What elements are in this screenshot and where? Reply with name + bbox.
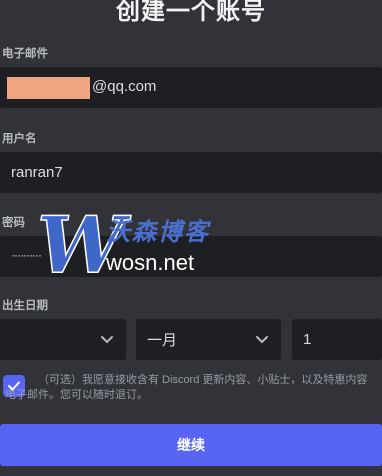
optin-text-line1: （可选）我愿意接收含有 Discord 更新内容、小贴士，以及特惠内容 <box>38 374 368 386</box>
dob-month-select[interactable]: 一月 <box>136 319 281 360</box>
redacted-email-local-part <box>7 77 90 99</box>
continue-button[interactable]: 继续 <box>0 424 382 466</box>
email-field[interactable]: @qq.com <box>0 67 382 108</box>
dob-label: 出生日期 <box>2 300 48 312</box>
username-field[interactable]: ranran7 <box>0 152 382 193</box>
password-value: ·········· <box>11 248 42 262</box>
watermark-text-cn: 沃森博客 <box>106 219 210 246</box>
optin-text: （可选）我愿意接收含有 Discord 更新内容、小贴士，以及特惠内容 电子邮件… <box>5 373 382 403</box>
chevron-down-icon <box>101 336 113 344</box>
email-value: @qq.com <box>92 78 157 95</box>
email-label: 电子邮件 <box>2 48 48 60</box>
username-value: ranran7 <box>11 164 63 181</box>
dob-day-value: 1 <box>303 331 312 348</box>
dob-month-value: 一月 <box>147 332 178 349</box>
username-label: 用户名 <box>2 133 37 145</box>
dob-year-select[interactable] <box>0 319 126 360</box>
watermark-text-en: wosn.net <box>106 250 195 275</box>
optin-text-line2: 电子邮件。您可以随时退订。 <box>5 389 148 401</box>
dob-day-select[interactable]: 1 <box>292 319 382 360</box>
chevron-down-icon <box>256 336 268 344</box>
page-title: 创建一个账号 <box>116 0 266 25</box>
password-label: 密码 <box>2 217 25 229</box>
